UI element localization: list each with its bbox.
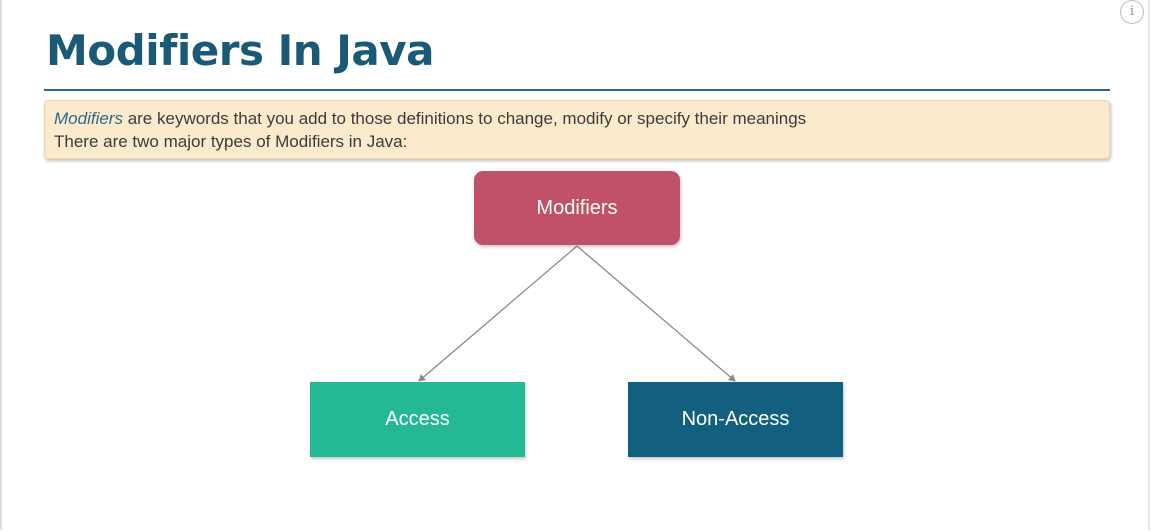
- title-divider: [44, 89, 1110, 91]
- definition-callout: Modifiers are keywords that you add to t…: [44, 100, 1110, 159]
- node-non-access: Non-Access: [628, 382, 843, 457]
- node-modifiers: Modifiers: [474, 171, 680, 245]
- callout-line-2: There are two major types of Modifiers i…: [54, 132, 408, 151]
- slide-frame: [0, 0, 1150, 530]
- node-access: Access: [310, 382, 525, 457]
- node-access-label: Access: [385, 408, 450, 430]
- callout-line-1-text: are keywords that you add to those defin…: [122, 109, 807, 128]
- node-non-access-label: Non-Access: [681, 408, 790, 430]
- info-icon: i: [1129, 4, 1135, 19]
- callout-term: Modifiers: [54, 109, 123, 128]
- callout-line-1: Modifiers are keywords that you add to t…: [54, 107, 1100, 130]
- node-modifiers-label: Modifiers: [536, 196, 618, 219]
- slide-title: Modifiers In Java: [46, 26, 434, 75]
- info-button[interactable]: i: [1120, 0, 1144, 24]
